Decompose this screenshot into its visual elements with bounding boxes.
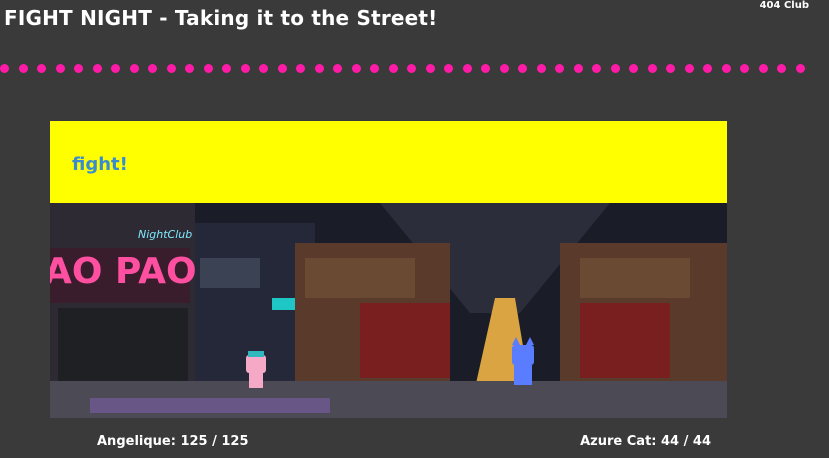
divider-dot: [573, 64, 583, 73]
fight-stage: AO PAO NightClub: [50, 203, 727, 418]
divider-dot: [425, 64, 435, 73]
divider-dot: [740, 64, 749, 73]
divider-dot: [37, 64, 46, 73]
restaurant-right: [580, 303, 670, 378]
divider-dot: [555, 64, 564, 73]
divider-dot: [314, 64, 324, 73]
player-fighter: [246, 351, 266, 388]
divider-dot: [721, 64, 731, 73]
divider-dot: [203, 64, 213, 73]
divider-dot: [74, 64, 83, 73]
divider-dot: [18, 64, 28, 73]
divider-dot: [666, 64, 675, 73]
divider-dot: [444, 64, 453, 73]
nightclub-sign: NightClub: [138, 228, 192, 241]
divider-dot: [388, 64, 398, 73]
divider-dot: [777, 64, 786, 73]
graffiti-ground: [90, 398, 330, 413]
divider-dot: [703, 64, 712, 73]
divider-dot: [296, 64, 305, 73]
divider-dot: [277, 64, 287, 73]
divider-dot: [0, 64, 9, 73]
divider-dot: [222, 64, 231, 73]
divider-dot: [148, 64, 157, 73]
stage-scene: AO PAO NightClub: [50, 203, 727, 418]
divider-dot: [407, 64, 416, 73]
opponent-hp: Azure Cat: 44 / 44: [580, 434, 711, 449]
banner-message: fight!: [72, 154, 128, 175]
divider-dot: [259, 64, 268, 73]
divider-dot: [370, 64, 379, 73]
divider-dot: [610, 64, 620, 73]
divider-dot: [111, 64, 120, 73]
alley-balcony: [200, 258, 260, 288]
divider-dot: [684, 64, 694, 73]
divider-dot: [536, 64, 546, 73]
club-entrance: [58, 308, 188, 388]
balcony-right: [580, 258, 690, 298]
divider-dot: [351, 64, 361, 73]
dotted-divider: [0, 64, 829, 76]
divider-dot: [518, 64, 527, 73]
message-banner: fight!: [50, 121, 727, 203]
divider-dot: [166, 64, 176, 73]
pao-sign: AO PAO: [50, 251, 197, 292]
divider-dot: [758, 64, 768, 73]
divider-dot: [592, 64, 601, 73]
divider-dot: [795, 64, 805, 73]
divider-dot: [185, 64, 194, 73]
balcony-left: [305, 258, 415, 298]
player-hp: Angelique: 125 / 125: [97, 434, 249, 449]
divider-dot: [55, 64, 65, 73]
divider-dot: [499, 64, 509, 73]
divider-dot: [240, 64, 250, 73]
divider-dot: [462, 64, 472, 73]
divider-dot: [129, 64, 139, 73]
divider-dot: [92, 64, 102, 73]
restaurant-left: [360, 303, 450, 378]
alley-neon-sign: [272, 298, 298, 310]
divider-dot: [629, 64, 638, 73]
divider-dot: [481, 64, 490, 73]
divider-dot: [647, 64, 657, 73]
club-label: 404 Club: [759, 0, 809, 11]
page-title: FIGHT NIGHT - Taking it to the Street!: [4, 6, 438, 30]
divider-dot: [333, 64, 342, 73]
